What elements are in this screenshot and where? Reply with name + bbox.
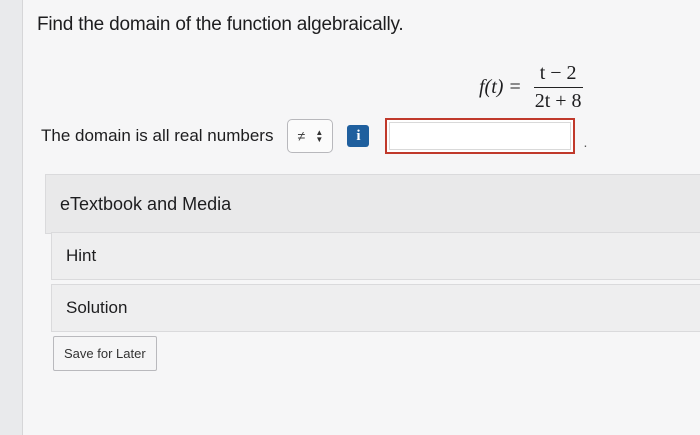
trailing-period: . [583,134,588,150]
formula-numerator: t − 2 [533,62,583,88]
operator-selected-value: ≠ [297,128,306,144]
operator-select[interactable]: ≠ ▲ ▼ [287,119,334,153]
function-formula: f(t) = t − 2 2t + 8 [479,62,588,113]
info-icon[interactable]: i [347,125,370,147]
solution-label: Solution [66,298,128,317]
etextbook-media-label: eTextbook and Media [60,193,232,214]
formula-denominator: 2t + 8 [534,90,582,112]
save-for-later-button[interactable]: Save for Later [53,336,157,371]
answer-row: The domain is all real numbers ≠ ▲ ▼ i . [41,118,587,154]
formula-equals: = [509,76,521,98]
domain-answer-input[interactable] [385,118,576,154]
solution-section[interactable]: Solution [51,284,700,332]
hint-section[interactable]: Hint [51,232,700,280]
select-arrows-icon: ▲ ▼ [315,128,324,144]
formula-fraction: t − 2 2t + 8 [529,62,588,113]
question-panel: Find the domain of the function algebrai… [22,0,700,435]
domain-label: The domain is all real numbers [41,126,274,145]
etextbook-media-section[interactable]: eTextbook and Media [45,174,700,234]
question-prompt: Find the domain of the function algebrai… [37,14,404,35]
formula-lhs: f(t) [479,76,504,98]
hint-label: Hint [66,246,97,265]
